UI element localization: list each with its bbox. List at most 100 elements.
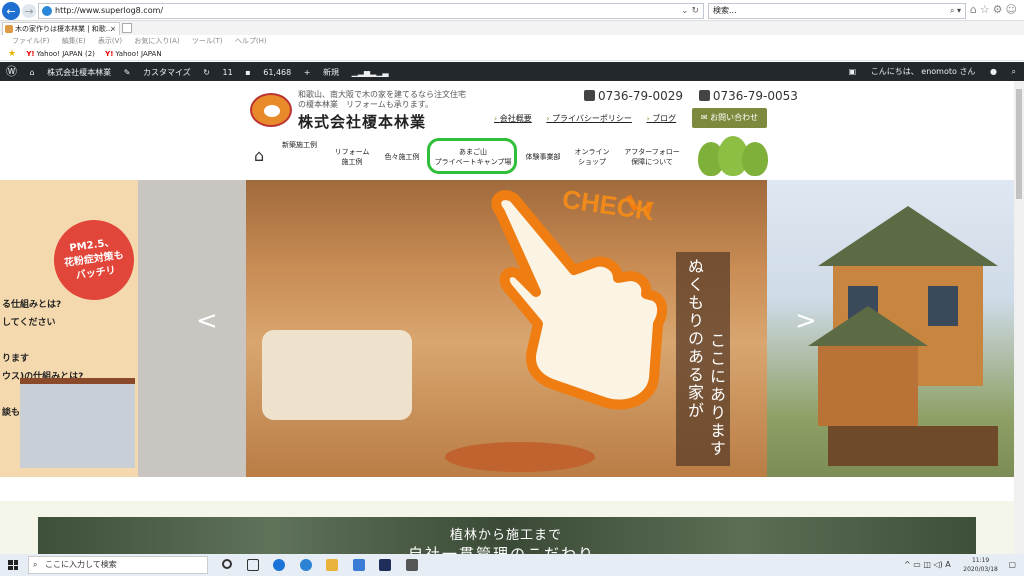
notification-icon[interactable]: ▢ [1008,560,1016,569]
favorites-star-icon[interactable]: ★ [8,49,16,59]
clock-time: 11:19 [971,556,990,564]
wp-search-icon[interactable]: ⌕ [1012,67,1016,76]
caption-column-2: ここにあります [707,332,726,458]
file-explorer-icon[interactable] [326,559,339,571]
tray-network-icon[interactable]: ◫ [923,560,931,569]
edge-taskbar-icon[interactable] [299,559,312,571]
wp-updates[interactable]: ↻ 11 [203,68,232,77]
site-favicon-icon [42,6,52,16]
wp-greeting[interactable]: こんにちは、 enomoto さん [871,67,976,76]
taskbar-search-placeholder: ここに入力して検索 [45,560,117,569]
header-sublinks: 会社概要 プライバシーポリシー ブログ [494,113,688,124]
windows-start-icon[interactable] [8,560,18,570]
taskbar-apps [216,554,424,576]
clock[interactable]: 11:19 2020/03/18 [963,556,998,574]
browser-toolbar: ← → http://www.superlog8.com/ ⌄ ↻ 検索... … [0,0,1024,21]
favorite-item-2[interactable]: Y! Yahoo! JAPAN [105,50,161,58]
wp-notes-icon[interactable]: ▣ [849,67,857,76]
pm25-badge-text: PM2.5、 花粉症対策も バッチリ [63,237,125,282]
tray-chevron-icon[interactable]: ^ [904,560,911,569]
trees-decoration-icon [698,136,768,176]
ie-taskbar-icon[interactable] [273,559,286,571]
fax-icon [698,90,710,101]
tray-ime[interactable]: A [945,560,950,569]
menu-edit[interactable]: 編集(E) [62,37,86,45]
forward-button[interactable]: → [22,4,36,18]
nav-label: オンライン ショップ [574,148,610,166]
tab-favicon-icon [5,25,13,33]
taskbar-search-icon: ⌕ [33,560,38,569]
back-button[interactable]: ← [2,2,20,20]
nav-label: 体験事業部 [525,153,561,161]
tray-battery-icon[interactable]: ▭ [913,560,921,569]
page-scrollbar[interactable] [1014,81,1024,554]
refresh-icon[interactable]: ⌄ ↻ [681,4,699,18]
nav-experience[interactable]: 体験事業部 [522,139,564,175]
green-highlight-circle [427,138,517,174]
company-name[interactable]: 株式会社榎本林業 [298,111,426,132]
browser-tool-icons[interactable]: ⌂☆⚙☺ [970,3,1020,16]
nav-aftercare[interactable]: アフターフォロー 保障について [620,139,684,175]
nav-label: リフォーム 施工例 [334,148,370,166]
search-icon[interactable]: ⌕ ▾ [950,4,961,18]
taskbar-search[interactable]: ⌕ ここに入力して検索 [28,556,208,574]
phone-1: 0736-79-0029 [584,89,689,103]
menu-bar: ファイル(F) 編集(E) 表示(V) お気に入り(A) ツール(T) ヘルプ(… [0,35,1024,47]
home-icon[interactable]: ⌂ [254,146,264,165]
wp-site-name-label: 株式会社榎本林業 [47,68,112,77]
website-viewport: 和歌山、南大阪で木の家を建てるなら注文住宅 の榎本林業 リフォームも承ります。 … [0,81,1014,554]
link-privacy[interactable]: プライバシーポリシー [546,114,632,123]
new-tab-button[interactable] [122,23,132,33]
nav-online-shop[interactable]: オンライン ショップ [570,139,614,175]
caption-column-1: ぬくもりのある家が [685,258,704,420]
wp-comments-count: 61,468 [263,68,292,77]
jw-app-icon[interactable] [379,559,392,571]
user-avatar-icon[interactable]: ● [990,67,997,76]
wp-new-label: 新規 [323,68,340,77]
search-placeholder: 検索... [713,6,737,15]
menu-file[interactable]: ファイル(F) [12,37,50,45]
cortana-icon[interactable] [222,559,232,569]
store-icon[interactable] [352,559,365,571]
system-tray: ^ ▭ ◫ ◁) A 11:19 2020/03/18 ▢ [904,554,1016,576]
phone-2: 0736-79-0053 [698,89,804,103]
nav-various[interactable]: 色々施工例 [380,139,424,175]
search-box[interactable]: 検索... ⌕ ▾ [708,3,966,19]
yahoo-icon: Y! [26,50,35,58]
forest-banner-line-1: 植林から施工まで [450,528,563,543]
wp-new[interactable]: + 新規 [304,68,339,77]
address-bar[interactable]: http://www.superlog8.com/ ⌄ ↻ [38,3,704,19]
phone-1-number: 0736-79-0029 [598,89,684,103]
tab-close-icon[interactable]: × [110,23,116,35]
link-blog[interactable]: ブログ [646,114,676,123]
menu-tools[interactable]: ツール(T) [192,37,223,45]
phone-2-number: 0736-79-0053 [712,89,798,103]
link-company[interactable]: 会社概要 [494,114,532,123]
wordpress-icon[interactable]: Ⓦ [6,65,17,78]
wp-stats-sparkline-icon[interactable]: ▁▂▅▂▁▃ [352,68,389,77]
wp-site-name[interactable]: ⌂ 株式会社榎本林業 [30,68,112,77]
favorite-item-1[interactable]: Y! Yahoo! JAPAN (2) [26,50,95,58]
wp-comments[interactable]: ▪ 61,468 [245,68,291,77]
mascot-logo-icon[interactable] [250,93,292,127]
nav-reform[interactable]: リフォーム 施工例 [330,139,374,175]
tray-volume-icon[interactable]: ◁) [933,560,942,569]
log-house-image [808,206,998,466]
menu-favorites[interactable]: お気に入り(A) [134,37,179,45]
hero-slider: PM2.5、 花粉症対策も バッチリ る仕組みとは? してください ります ウス… [0,180,1014,477]
scrollbar-thumb[interactable] [1016,89,1022,199]
menu-help[interactable]: ヘルプ(H) [235,37,267,45]
menu-view[interactable]: 表示(V) [98,37,122,45]
hero-vertical-caption: ぬくもりのある家が ここにあります [676,252,730,466]
task-view-icon[interactable] [246,559,259,571]
contact-button[interactable]: ✉ お問い合わせ [692,108,767,128]
slider-gap [138,180,246,477]
app-taskbar-icon[interactable] [405,559,418,571]
tab-title: 木の家作りは榎本林業 | 和歌... [15,25,113,33]
yahoo-icon: Y! [105,50,114,58]
wp-customize[interactable]: ✎ カスタマイズ [124,68,191,77]
slider-next-arrow[interactable]: > [795,306,817,336]
slider-prev-arrow[interactable]: < [196,306,218,336]
tab-active[interactable]: 木の家作りは榎本林業 | 和歌... × [2,22,120,35]
nav-new-build[interactable]: 新築施工例 [282,139,322,175]
